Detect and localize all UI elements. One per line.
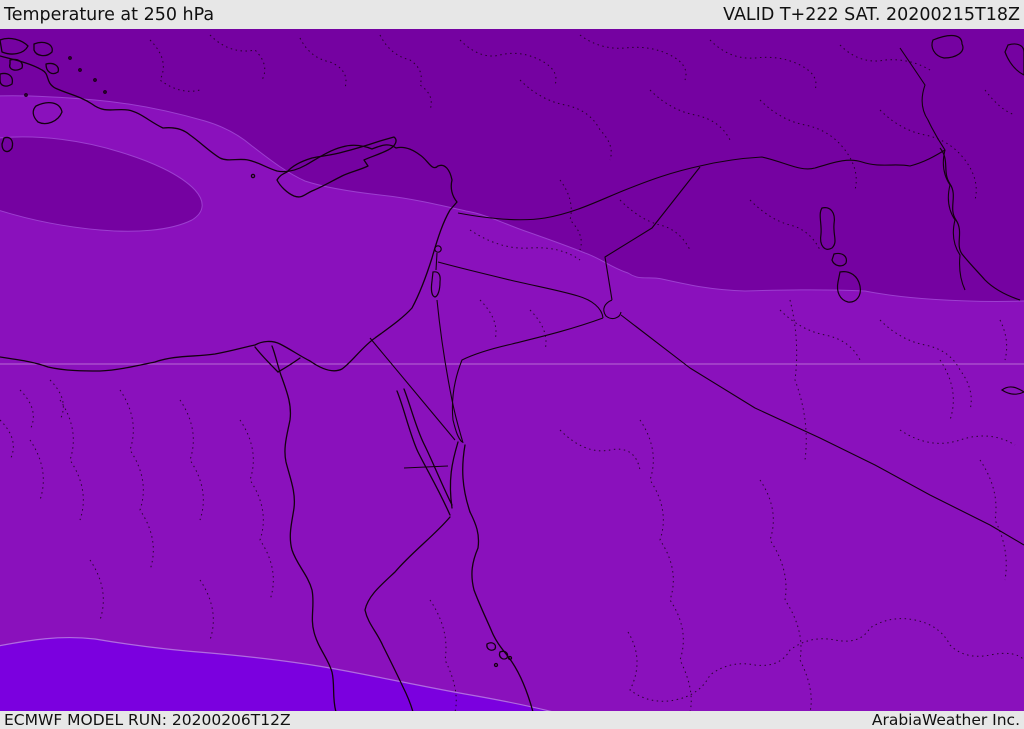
red-sea-east-coast — [469, 511, 534, 711]
warm-band-layer — [0, 637, 552, 711]
gulf-of-aqaba — [449, 441, 459, 509]
sea-of-galilee — [434, 245, 442, 253]
egypt-israel-border — [369, 337, 456, 441]
nile-river — [271, 345, 337, 711]
jordan-saudi-border — [451, 317, 604, 443]
weather-map-app: Temperature at 250 hPa VALID T+222 SAT. … — [0, 0, 1024, 729]
rhodes-island — [32, 101, 63, 125]
map-title: Temperature at 250 hPa — [4, 4, 215, 25]
dead-sea — [430, 271, 441, 298]
model-run-label: ECMWF MODEL RUN: 20200206T12Z — [4, 711, 291, 729]
iraq-saudi-border — [620, 314, 1024, 546]
temperature-map-svg — [0, 29, 1024, 711]
bottom-info-bar: ECMWF MODEL RUN: 20200206T12Z ArabiaWeat… — [0, 711, 1024, 729]
gulf-of-suez — [396, 390, 451, 516]
valid-time-label: VALID T+222 SAT. 20200215T18Z — [723, 4, 1020, 25]
syria-jordan-border — [437, 261, 604, 319]
cold-pocket-shape — [0, 136, 203, 232]
provider-label: ArabiaWeather Inc. — [871, 711, 1020, 729]
top-title-bar: Temperature at 250 hPa VALID T+222 SAT. … — [0, 0, 1024, 29]
map-canvas — [0, 29, 1024, 711]
cold-band-layer — [0, 29, 1024, 302]
jordan-hiccup — [603, 299, 622, 320]
warm-band-shape — [0, 637, 552, 711]
